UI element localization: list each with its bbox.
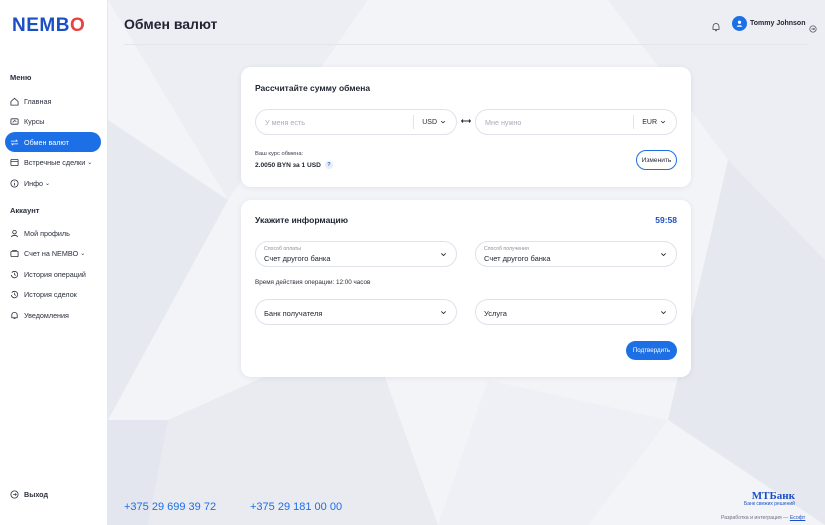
sidebar-item-info[interactable]: Инфо ⌄ — [5, 173, 101, 193]
chevron-down-icon — [661, 253, 666, 257]
sidebar-item-label: Уведомления — [24, 310, 69, 320]
swap-arrows-icon[interactable] — [460, 117, 472, 125]
avatar — [732, 16, 747, 31]
payment-method-select[interactable]: Способ оплаты Счет другого банка — [255, 241, 457, 267]
sidebar-item-operations-history[interactable]: История операций — [5, 264, 101, 284]
have-amount-input[interactable]: У меня есть — [256, 118, 413, 127]
service-select[interactable]: Услуга — [475, 299, 677, 325]
logout-button[interactable]: Выход — [10, 490, 48, 499]
sidebar-item-notifications[interactable]: Уведомления — [5, 305, 101, 325]
user-icon — [10, 229, 19, 238]
chevron-down-icon — [661, 311, 666, 315]
need-amount-input[interactable]: Мне нужно — [476, 118, 633, 127]
logo-text: NEMB — [12, 15, 70, 36]
chevron-down-icon: ⌄ — [87, 160, 93, 167]
sidebar-item-label: Мой профиль — [24, 228, 70, 238]
logo-accent: O — [69, 15, 86, 36]
page-title: Обмен валют — [124, 16, 218, 32]
have-amount-field[interactable]: У меня есть USD — [255, 109, 457, 135]
rates-icon — [10, 117, 19, 126]
need-currency-select[interactable]: EUR — [633, 115, 676, 129]
chevron-down-icon — [440, 120, 446, 124]
history-icon — [10, 290, 19, 299]
have-currency-select[interactable]: USD — [413, 115, 456, 129]
logout-label: Выход — [24, 490, 49, 499]
rate-value: 2.0050 BYN за 1 USD — [255, 161, 321, 169]
payment-method-value: Счет другого банка — [264, 254, 331, 263]
sidebar-item-deals-history[interactable]: История сделок — [5, 285, 101, 305]
user-name: Tommy Johnson — [750, 20, 806, 27]
sidebar-item-label: Инфо — [24, 178, 44, 188]
rate-label: Ваш курс обмена: — [255, 151, 304, 157]
history-icon — [10, 270, 19, 279]
service-value: Услуга — [484, 309, 507, 318]
sidebar-item-label: Главная — [24, 96, 52, 106]
sidebar-item-account[interactable]: Счет на NEMBO ⌄ — [5, 244, 101, 264]
need-amount-field[interactable]: Мне нужно EUR — [475, 109, 677, 135]
main-nav: Главная Курсы Обмен валют Встречные сдел… — [5, 91, 101, 194]
bank-logo: МТБанк Банк свежих решений — [744, 490, 795, 507]
sidebar-item-label: Курсы — [24, 117, 45, 127]
sidebar-item-rates[interactable]: Курсы — [5, 112, 101, 132]
receive-method-label: Способ получения — [484, 246, 529, 252]
developer-link[interactable]: Есофт — [790, 515, 805, 521]
countdown-timer: 59:58 — [655, 215, 677, 225]
info-form-card: Укажите информацию 59:58 Способ оплаты С… — [241, 200, 691, 377]
payment-method-label: Способ оплаты — [264, 246, 301, 252]
sidebar-item-label: Счет на NEMBO — [24, 249, 79, 259]
chevron-down-icon: ⌄ — [80, 251, 86, 258]
need-currency-value: EUR — [642, 118, 657, 126]
receive-method-value: Счет другого банка — [484, 254, 551, 263]
logout-icon — [10, 490, 19, 499]
developer-credit-text: Разработка и интеграция — — [721, 515, 789, 521]
account-icon — [10, 249, 19, 258]
sidebar-item-label: Встречные сделки — [24, 158, 86, 168]
info-icon — [10, 179, 19, 188]
phone-number-1[interactable]: +375 29 699 39 72 — [124, 501, 216, 513]
operation-validity-text: Время действия операции: 12:00 часов — [255, 279, 371, 286]
help-icon[interactable]: ? — [324, 161, 333, 169]
phone-number-2[interactable]: +375 29 181 00 00 — [250, 501, 342, 513]
bank-tagline: Банк свежих решений — [744, 501, 795, 507]
menu-section-label: Меню — [10, 73, 32, 82]
have-currency-value: USD — [422, 118, 437, 126]
sidebar-item-profile[interactable]: Мой профиль — [5, 223, 101, 243]
user-menu[interactable]: Tommy Johnson — [732, 16, 818, 33]
logo[interactable]: NEMBO — [12, 15, 86, 36]
sidebar-item-deals[interactable]: Встречные сделки ⌄ — [5, 153, 101, 173]
confirm-button[interactable]: Подтвердить — [626, 341, 677, 360]
notifications-bell-icon[interactable] — [711, 19, 721, 32]
chevron-down-icon — [441, 253, 446, 257]
exchange-icon — [10, 138, 19, 147]
calculator-title: Рассчитайте сумму обмена — [255, 83, 371, 93]
header-divider — [124, 44, 809, 45]
change-rate-button[interactable]: Изменить — [636, 150, 677, 170]
receive-method-select[interactable]: Способ получения Счет другого банка — [475, 241, 677, 267]
account-section-label: Аккаунт — [10, 206, 40, 215]
sidebar-item-label: Обмен валют — [24, 137, 69, 147]
chevron-down-icon: ⌄ — [45, 180, 51, 187]
rate-value-row: 2.0050 BYN за 1 USD ? — [255, 161, 333, 169]
recipient-bank-value: Банк получателя — [264, 309, 323, 318]
sidebar-item-label: История операций — [24, 269, 86, 279]
sidebar: NEMBO Меню Главная Курсы Обмен валют Вст… — [0, 0, 108, 525]
recipient-bank-select[interactable]: Банк получателя — [255, 299, 457, 325]
chevron-down-icon — [441, 311, 446, 315]
arrow-right-circle-icon — [809, 20, 818, 33]
sidebar-item-label: История сделок — [24, 290, 77, 300]
bell-icon — [10, 311, 19, 320]
developer-credit: Разработка и интеграция — Есофт — [721, 515, 805, 521]
home-icon — [10, 97, 19, 106]
sidebar-item-home[interactable]: Главная — [5, 91, 101, 111]
exchange-calculator-card: Рассчитайте сумму обмена У меня есть USD… — [241, 67, 691, 187]
chevron-down-icon — [660, 120, 666, 124]
account-nav: Мой профиль Счет на NEMBO ⌄ История опер… — [5, 223, 101, 326]
sidebar-item-exchange[interactable]: Обмен валют — [5, 132, 101, 153]
info-form-title: Укажите информацию — [255, 215, 349, 225]
deals-icon — [10, 158, 19, 167]
